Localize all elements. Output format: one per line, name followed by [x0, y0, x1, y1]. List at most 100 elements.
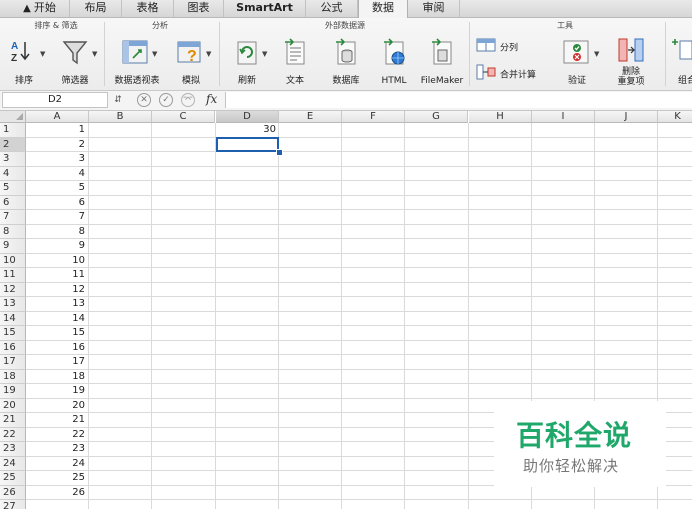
- cell-a25[interactable]: 25: [26, 471, 88, 485]
- cell-a3[interactable]: 3: [26, 152, 88, 166]
- selected-cell-outline[interactable]: [216, 137, 279, 152]
- row-header-2[interactable]: 2: [0, 137, 26, 152]
- name-box[interactable]: D2: [2, 92, 108, 108]
- column-header-a[interactable]: A: [26, 111, 89, 123]
- cell-a26[interactable]: 26: [26, 486, 88, 500]
- name-box-dropdown-icon[interactable]: ⇵: [112, 92, 124, 108]
- sort-button[interactable]: A Z ▼ 排序: [4, 32, 45, 88]
- row-header-11[interactable]: 11: [0, 268, 26, 283]
- column-header-f[interactable]: F: [342, 111, 405, 123]
- row-header-26[interactable]: 26: [0, 485, 26, 500]
- cell-a4[interactable]: 4: [26, 167, 88, 181]
- row-header-20[interactable]: 20: [0, 398, 26, 413]
- row-header-6[interactable]: 6: [0, 195, 26, 210]
- cell-d1[interactable]: 30: [216, 123, 279, 137]
- tab-formulas[interactable]: 公式: [306, 0, 358, 17]
- filter-button[interactable]: ▼ 筛选器: [52, 32, 98, 88]
- text-to-columns-button[interactable]: 分列: [476, 38, 518, 54]
- row-header-12[interactable]: 12: [0, 282, 26, 297]
- row-header-19[interactable]: 19: [0, 384, 26, 399]
- import-text-button[interactable]: 文本: [276, 32, 314, 88]
- cell-a20[interactable]: 20: [26, 399, 88, 413]
- row-header-16[interactable]: 16: [0, 340, 26, 355]
- cell-a7[interactable]: 7: [26, 210, 88, 224]
- group-divider: [469, 22, 470, 86]
- cell-a22[interactable]: 22: [26, 428, 88, 442]
- row-header-17[interactable]: 17: [0, 355, 26, 370]
- cell-a16[interactable]: 16: [26, 341, 88, 355]
- cell-a21[interactable]: 21: [26, 413, 88, 427]
- row-header-10[interactable]: 10: [0, 253, 26, 268]
- validate-button[interactable]: ▼ 验证: [552, 32, 602, 88]
- cell-a6[interactable]: 6: [26, 196, 88, 210]
- confirm-icon[interactable]: ✓: [159, 93, 173, 107]
- column-header-k[interactable]: K: [658, 111, 692, 123]
- cell-a5[interactable]: 5: [26, 181, 88, 195]
- row-header-7[interactable]: 7: [0, 210, 26, 225]
- row-header-21[interactable]: 21: [0, 413, 26, 428]
- column-header-j[interactable]: J: [595, 111, 658, 123]
- cell-a12[interactable]: 12: [26, 283, 88, 297]
- remove-duplicates-button[interactable]: 删除 重复项: [608, 32, 654, 88]
- cancel-icon[interactable]: ✕: [137, 93, 151, 107]
- what-if-button[interactable]: ? ▼ 模拟: [170, 32, 212, 88]
- consolidate-button[interactable]: 合并计算: [476, 64, 536, 81]
- import-database-button[interactable]: 数据库: [324, 32, 368, 88]
- tab-smartart[interactable]: SmartArt: [224, 0, 306, 17]
- pivot-table-button[interactable]: ▼ 数据透视表: [108, 32, 166, 88]
- column-header-d[interactable]: D: [216, 111, 279, 123]
- fx-icon[interactable]: fx: [206, 92, 217, 106]
- row-header-5[interactable]: 5: [0, 181, 26, 196]
- tab-home[interactable]: ▲ 开始: [10, 0, 70, 17]
- row-header-8[interactable]: 8: [0, 224, 26, 239]
- column-header-i[interactable]: I: [532, 111, 595, 123]
- cell-a2[interactable]: 2: [26, 138, 88, 152]
- row-header-18[interactable]: 18: [0, 369, 26, 384]
- row-header-15[interactable]: 15: [0, 326, 26, 341]
- row-header-22[interactable]: 22: [0, 427, 26, 442]
- chevron-down-icon: ▼: [262, 50, 268, 58]
- cell-a15[interactable]: 15: [26, 326, 88, 340]
- row-header-14[interactable]: 14: [0, 311, 26, 326]
- column-header-b[interactable]: B: [89, 111, 152, 123]
- column-header-g[interactable]: G: [405, 111, 468, 123]
- group-button[interactable]: 组合: [668, 32, 692, 88]
- tab-tables[interactable]: 表格: [122, 0, 174, 17]
- tab-layout[interactable]: 布局: [70, 0, 122, 17]
- cell-a14[interactable]: 14: [26, 312, 88, 326]
- insert-function-icon[interactable]: ⌤: [181, 93, 195, 107]
- cell-a8[interactable]: 8: [26, 225, 88, 239]
- row-header-4[interactable]: 4: [0, 166, 26, 181]
- cell-a18[interactable]: 18: [26, 370, 88, 384]
- cell-a24[interactable]: 24: [26, 457, 88, 471]
- row-header-3[interactable]: 3: [0, 152, 26, 167]
- cell-a13[interactable]: 13: [26, 297, 88, 311]
- row-header-9[interactable]: 9: [0, 239, 26, 254]
- tab-data[interactable]: 数据: [358, 0, 408, 18]
- row-header-1[interactable]: 1: [0, 123, 26, 138]
- formula-input[interactable]: [225, 92, 692, 108]
- chevron-down-icon: ▼: [206, 50, 212, 58]
- tab-review[interactable]: 审阅: [408, 0, 460, 17]
- import-filemaker-button[interactable]: FileMaker: [418, 32, 466, 88]
- column-header-c[interactable]: C: [152, 111, 215, 123]
- cell-a10[interactable]: 10: [26, 254, 88, 268]
- fill-handle[interactable]: [276, 149, 283, 156]
- column-header-h[interactable]: H: [469, 111, 532, 123]
- select-all-corner[interactable]: [0, 111, 26, 123]
- row-header-23[interactable]: 23: [0, 442, 26, 457]
- cell-a11[interactable]: 11: [26, 268, 88, 282]
- cell-a17[interactable]: 17: [26, 355, 88, 369]
- cell-a1[interactable]: 1: [26, 123, 88, 137]
- row-header-25[interactable]: 25: [0, 471, 26, 486]
- tab-charts[interactable]: 图表: [174, 0, 224, 17]
- cell-a19[interactable]: 19: [26, 384, 88, 398]
- refresh-button[interactable]: ▼ 刷新: [224, 32, 270, 88]
- cell-a23[interactable]: 23: [26, 442, 88, 456]
- import-html-button[interactable]: HTML: [374, 32, 414, 88]
- row-header-27[interactable]: 27: [0, 500, 26, 509]
- cell-a9[interactable]: 9: [26, 239, 88, 253]
- row-header-24[interactable]: 24: [0, 456, 26, 471]
- column-header-e[interactable]: E: [279, 111, 342, 123]
- row-header-13[interactable]: 13: [0, 297, 26, 312]
